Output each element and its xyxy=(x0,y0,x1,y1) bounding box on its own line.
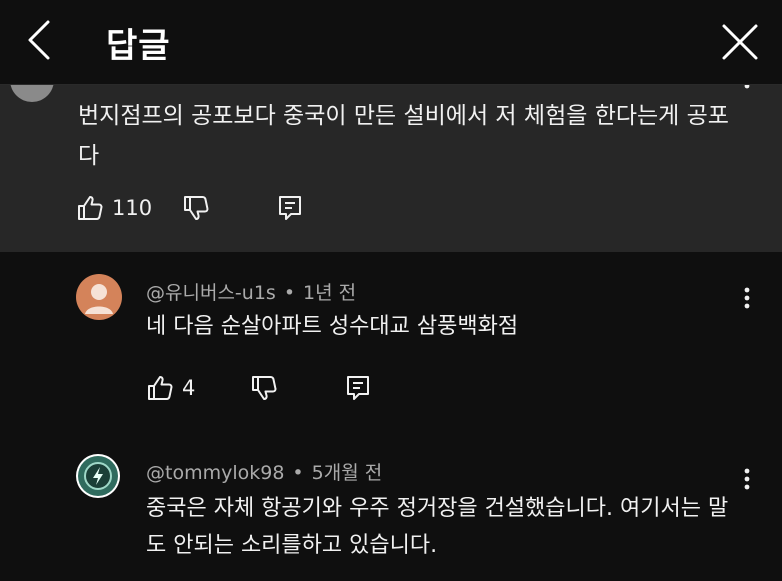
reply-button[interactable] xyxy=(344,370,372,406)
lightning-icon xyxy=(78,456,118,496)
default-user-icon xyxy=(85,284,113,314)
comment-time: 5개월 전 xyxy=(311,462,383,484)
close-button[interactable] xyxy=(720,22,760,62)
like-count: 110 xyxy=(112,196,153,220)
comment-meta: @tommylok98 • 5개월 전 xyxy=(146,458,382,485)
reply-button[interactable] xyxy=(276,190,304,226)
like-button[interactable]: 4 xyxy=(146,370,195,406)
comment-actions: 110 xyxy=(76,190,336,226)
parent-comment: 번지점프의 공포보다 중국이 만든 설비에서 저 체험을 한다는게 공포다 11… xyxy=(0,58,782,252)
comment-meta: @유니버스-u1s • 1년 전 xyxy=(146,278,356,305)
back-button[interactable] xyxy=(22,18,58,62)
comment-text: 번지점프의 공포보다 중국이 만든 설비에서 저 체험을 한다는게 공포다 xyxy=(78,103,729,169)
author-name[interactable]: @tommylok98 xyxy=(146,462,284,484)
thumbs-down-icon xyxy=(184,196,209,220)
like-count: 4 xyxy=(182,376,196,400)
comment-actions: 4 xyxy=(146,370,386,406)
dislike-button[interactable] xyxy=(250,370,278,406)
avatar[interactable] xyxy=(76,274,122,320)
comment-text: 중국은 자체 항공기와 우주 정거장을 건설했습니다. 여기서는 말도 안되는 … xyxy=(146,496,729,558)
comment-text: 네 다음 순살아파트 성수대교 삼풍백화점 xyxy=(146,314,519,339)
author-name[interactable]: @유니버스-u1s xyxy=(146,282,276,304)
chevron-left-icon xyxy=(28,20,50,60)
thumbs-up-icon xyxy=(78,196,103,220)
thumbs-up-icon xyxy=(148,376,173,400)
separator-dot: • xyxy=(292,462,304,484)
thumbs-down-icon xyxy=(252,376,277,400)
avatar[interactable] xyxy=(76,454,120,498)
like-button[interactable]: 110 xyxy=(76,190,152,226)
reply-comment: @유니버스-u1s • 1년 전 네 다음 순살아파트 성수대교 삼풍백화점 4 xyxy=(0,252,782,442)
top-bar: 답글 xyxy=(0,0,782,85)
reply-comment: @tommylok98 • 5개월 전 중국은 자체 항공기와 우주 정거장을 건설… xyxy=(0,442,782,581)
reply-icon xyxy=(347,376,369,400)
dislike-button[interactable] xyxy=(182,190,210,226)
comment-time: 1년 전 xyxy=(303,282,357,304)
close-icon xyxy=(722,24,758,60)
page-title: 답글 xyxy=(106,26,171,66)
reply-icon xyxy=(279,196,301,220)
separator-dot: • xyxy=(283,282,296,304)
